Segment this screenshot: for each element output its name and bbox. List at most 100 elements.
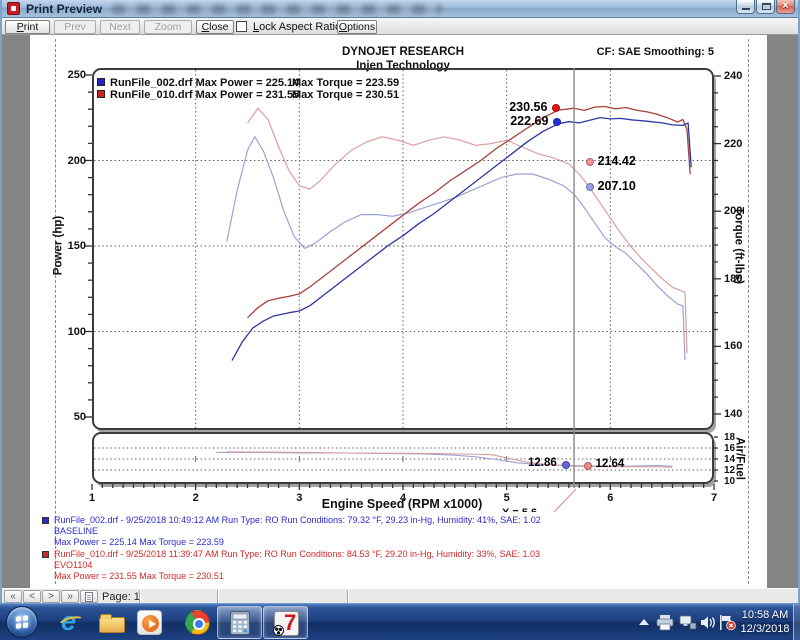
axis-tick-label: 250	[44, 69, 86, 81]
axis-tick-label: 16	[724, 443, 735, 454]
preview-page: DYNOJET RESEARCH Injen Technology CF: SA…	[30, 35, 767, 588]
lock-aspect-ratio-label: Lock Aspect Ratio	[253, 21, 341, 33]
clock-date: 12/3/2018	[736, 622, 794, 636]
footnote-line: BASELINE	[54, 526, 98, 536]
right-margin-guide	[748, 39, 749, 584]
prev-page-button[interactable]: Prev	[54, 20, 96, 34]
options-button[interactable]: Options	[337, 20, 377, 34]
soccer-ball-icon	[273, 625, 284, 636]
taskbar-item-explorer[interactable]	[98, 609, 126, 637]
close-preview-button[interactable]: Close	[196, 20, 234, 34]
next-page-button[interactable]: Next	[100, 20, 140, 34]
axis-tick-label: 140	[724, 408, 742, 420]
document-icon	[85, 592, 93, 602]
series-runfile-010-torque	[248, 108, 688, 353]
first-page-button[interactable]: «	[4, 590, 22, 603]
axis-tick-label: 220	[724, 138, 742, 150]
tray-expand-button[interactable]	[639, 619, 649, 625]
axis-tick-label: 100	[44, 326, 86, 338]
tray-volume[interactable]	[700, 615, 717, 635]
axis-tick-label: 14	[724, 454, 735, 465]
last-page-button[interactable]: »	[61, 590, 79, 603]
tray-clock[interactable]: 10:58 AM 12/3/2018	[736, 608, 794, 636]
cursor-marker-value: 230.56	[467, 100, 547, 114]
network-icon	[679, 615, 697, 630]
footnote-line: EVO1104	[54, 560, 92, 570]
calculator-icon	[230, 611, 250, 635]
cursor-marker-value: 12.64	[596, 458, 625, 470]
cursor-marker-value: 12.86	[477, 457, 557, 469]
footnote-line: RunFile_002.drf - 9/25/2018 10:49:12 AM …	[54, 515, 541, 525]
zoom-out-button[interactable]: Zoom Out	[144, 20, 192, 34]
cursor-marker-value: 207.10	[598, 179, 636, 193]
minimize-button[interactable]	[736, 0, 755, 14]
footnote-line: Max Power = 231.55 Max Torque = 230.51	[54, 571, 224, 581]
printer-icon	[656, 614, 674, 631]
cursor-marker-dot	[562, 461, 570, 469]
start-button[interactable]	[6, 606, 38, 638]
statusbar-separator	[139, 590, 141, 603]
legend-swatch-red	[97, 90, 105, 98]
footnote-line: RunFile_010.drf - 9/25/2018 11:39:47 AM …	[54, 549, 540, 559]
series-runfile-010-power	[248, 107, 691, 318]
series-runfile-002-torque	[227, 137, 685, 360]
export-page-button[interactable]	[80, 590, 98, 603]
print-preview-window: Print Preview × Print Prev Next Zoom Out…	[0, 0, 800, 603]
axis-tick-label: 50	[44, 411, 86, 423]
taskbar-item-winpep-dyno[interactable]: 7	[263, 606, 308, 639]
action-center-flag-icon	[718, 614, 736, 631]
axis-tick-label: 2	[186, 492, 206, 504]
app-icon	[7, 2, 20, 15]
cursor-position-label: X = 5.6	[502, 503, 572, 512]
titlebar[interactable]: Print Preview ×	[2, 0, 798, 18]
taskbar: e 7	[0, 603, 800, 640]
axis-tick-label: 180	[724, 273, 742, 285]
maximize-icon	[762, 3, 771, 10]
footnote-line: Max Power = 225.14 Max Torque = 223.59	[54, 537, 224, 547]
preview-area: DYNOJET RESEARCH Injen Technology CF: SA…	[2, 35, 798, 588]
taskbar-item-internet-explorer[interactable]: e	[58, 609, 86, 637]
footnote-swatch-blue	[42, 517, 49, 524]
torque-axis-title: Torque (ft-lbs)	[732, 176, 745, 316]
correction-note: CF: SAE Smoothing: 5	[430, 46, 714, 58]
statusbar-separator	[347, 590, 349, 603]
taskbar-item-media-player[interactable]	[136, 609, 164, 637]
folder-icon	[99, 617, 125, 633]
tray-printer[interactable]	[656, 614, 674, 636]
print-button[interactable]: Print	[5, 20, 50, 34]
legend-torque-stat: Max Torque = 223.59	[292, 77, 399, 89]
statusbar: « < > » Page: 1	[2, 588, 798, 603]
redacted-title-text	[112, 4, 442, 14]
axis-tick-label: 150	[44, 240, 86, 252]
previous-page-button[interactable]: <	[23, 590, 41, 603]
taskbar-item-chrome[interactable]	[184, 609, 212, 637]
window-title: Print Preview	[26, 2, 102, 16]
page-indicator: Page: 1	[102, 591, 140, 603]
minimize-icon	[742, 8, 750, 10]
maximize-button[interactable]	[756, 0, 775, 14]
clock-time: 10:58 AM	[736, 608, 794, 622]
cursor-marker-value: 222.69	[468, 114, 548, 128]
cursor-marker-dot	[586, 183, 594, 191]
left-margin-guide	[55, 39, 56, 584]
axis-tick-label: 6	[600, 492, 620, 504]
media-player-icon	[137, 610, 162, 635]
chrome-icon	[185, 610, 210, 635]
axis-tick-label: 12	[724, 465, 735, 476]
winpep-dyno-icon: 7	[274, 611, 299, 636]
screen: Print Preview × Print Prev Next Zoom Out…	[0, 0, 800, 640]
show-desktop-button[interactable]	[793, 604, 800, 640]
axis-tick-label: 10	[724, 476, 735, 487]
taskbar-item-calculator[interactable]	[217, 606, 262, 639]
lock-aspect-ratio-checkbox[interactable]	[236, 21, 247, 32]
next-page-nav-button[interactable]: >	[42, 590, 60, 603]
legend-file-stats: RunFile_002.drf Max Power = 225.14	[110, 77, 299, 89]
statusbar-separator	[217, 590, 219, 603]
axis-tick-label: 3	[289, 492, 309, 504]
legend-torque-stat: Max Torque = 230.51	[292, 89, 399, 101]
axis-tick-label: 200	[724, 205, 742, 217]
tray-action-center[interactable]	[718, 614, 736, 636]
tray-network[interactable]	[679, 615, 697, 635]
axis-tick-label: 5	[497, 492, 517, 504]
close-window-button[interactable]: ×	[776, 0, 795, 14]
